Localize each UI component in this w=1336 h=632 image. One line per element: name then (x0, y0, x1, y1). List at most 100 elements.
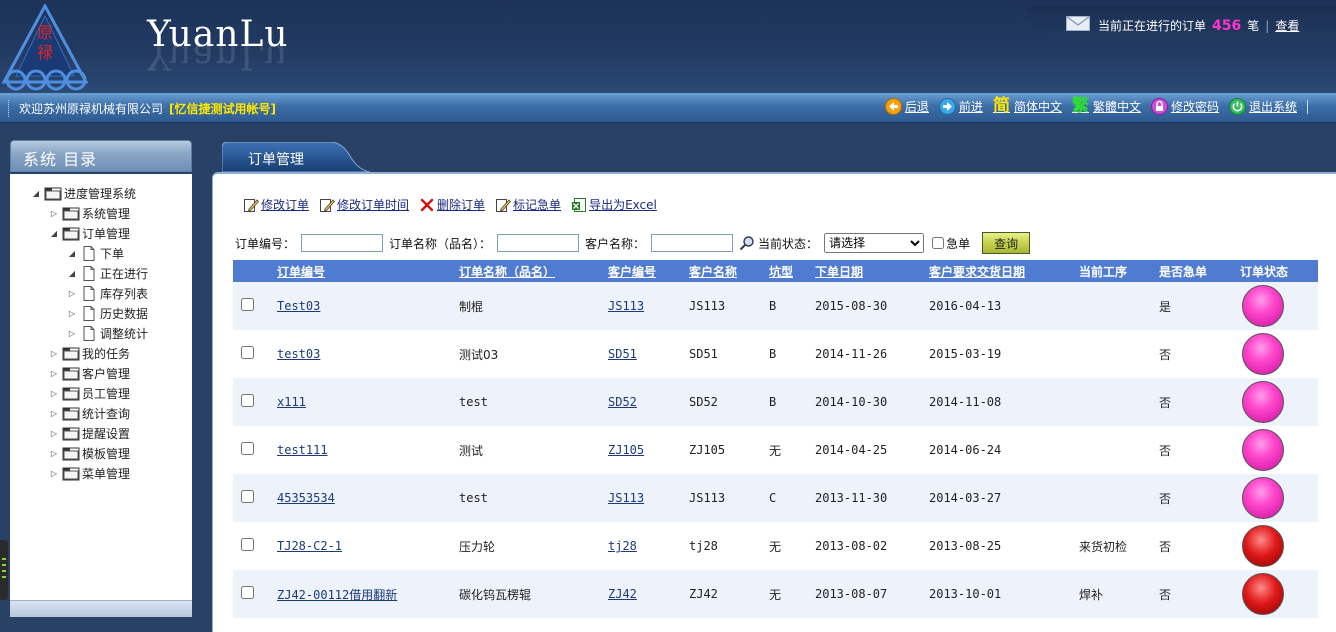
traditional-chinese-button[interactable]: 繁 繁體中文 (1072, 98, 1141, 115)
customer-no-link[interactable]: JS113 (608, 491, 644, 505)
row-checkbox[interactable] (241, 394, 254, 407)
table-row[interactable]: TJ28-C2-1 压力轮 tj28 tj28 无 2013-08-02 201… (233, 522, 1318, 570)
order-no-link[interactable]: TJ28-C2-1 (277, 539, 342, 553)
table-row[interactable]: x111 test SD52 SD52 B 2014-10-30 2014-11… (233, 378, 1318, 426)
customer-no-link[interactable]: tj28 (608, 539, 637, 553)
customer-no-link[interactable]: SD52 (608, 395, 637, 409)
orders-table: 订单编号 订单名称（品名） 客户编号 客户名称 坑型 下单日期 客户要求交货日期… (233, 260, 1318, 618)
row-checkbox[interactable] (241, 442, 254, 455)
customer-no-link[interactable]: ZJ42 (608, 587, 637, 601)
header-order-no[interactable]: 订单编号 (277, 260, 459, 282)
expanded-arrow-icon[interactable]: ◢ (48, 229, 60, 238)
tree-item-place-order[interactable]: ◢ 下单 (66, 244, 124, 262)
logout-button[interactable]: 退出系统 (1228, 98, 1297, 115)
tree-item-in-progress[interactable]: ◢ 正在进行 (66, 264, 148, 282)
tree-item-template-manage[interactable]: ▷ 模板管理 (48, 444, 130, 462)
customer-no-link[interactable]: SD51 (608, 347, 637, 361)
collapsed-arrow-icon[interactable]: ▷ (66, 329, 78, 338)
collapsed-arrow-icon[interactable]: ▷ (48, 469, 60, 478)
order-name-input[interactable] (497, 234, 580, 252)
tree-item-reminder-settings[interactable]: ▷ 提醒设置 (48, 424, 130, 442)
collapsed-arrow-icon[interactable]: ▷ (48, 349, 60, 358)
table-row[interactable]: Test03 制棍 JS113 JS113 B 2015-08-30 2016-… (233, 282, 1318, 330)
tree-item-staff-manage[interactable]: ▷ 员工管理 (48, 384, 130, 402)
table-row[interactable]: test03 测试03 SD51 SD51 B 2014-11-26 2015-… (233, 330, 1318, 378)
tree-item-label: 客户管理 (82, 366, 131, 381)
header-delivery-date[interactable]: 客户要求交货日期 (929, 260, 1079, 282)
back-button[interactable]: 后退 (884, 98, 929, 115)
header-order-name[interactable]: 订单名称（品名） (459, 260, 608, 282)
header-order-date[interactable]: 下单日期 (815, 260, 929, 282)
customer-no-link[interactable]: ZJ105 (608, 443, 644, 457)
tree-item-stats-query[interactable]: ▷ 统计查询 (48, 404, 130, 422)
tree-item-label: 员工管理 (82, 386, 131, 401)
row-checkbox[interactable] (241, 346, 254, 359)
collapsed-arrow-icon[interactable]: ▷ (48, 449, 60, 458)
table-header-row: 订单编号 订单名称（品名） 客户编号 客户名称 坑型 下单日期 客户要求交货日期… (233, 260, 1318, 282)
sidebar: 系统 目录 ◢ 进度管理系统 ▷ 系统管理 ◢ 订单管理 ◢ 下单 ◢ 正在进行… (10, 140, 192, 617)
expanded-arrow-icon[interactable]: ◢ (66, 269, 78, 278)
export-excel-label: 导出为Excel (589, 198, 657, 212)
order-no-link[interactable]: ZJ42-00112借用翻新 (277, 588, 397, 602)
folder-icon (62, 407, 80, 420)
edit-order-time-button[interactable]: 修改订单时间 (319, 196, 409, 213)
simplified-chinese-button[interactable]: 简 简体中文 (993, 98, 1062, 115)
order-no-link[interactable]: x111 (277, 395, 306, 409)
collapsed-arrow-icon[interactable]: ▷ (48, 369, 60, 378)
customer-name-cell: SD52 (689, 378, 769, 426)
tab-order-manage[interactable]: 订单管理 (221, 141, 371, 173)
order-no-link[interactable]: test03 (277, 347, 320, 361)
forward-button[interactable]: 前进 (938, 98, 983, 115)
delete-order-button[interactable]: 删除订单 (419, 196, 485, 213)
delete-order-label: 删除订单 (437, 198, 486, 212)
row-checkbox[interactable] (241, 538, 254, 551)
tree-item-my-tasks[interactable]: ▷ 我的任务 (48, 344, 130, 362)
row-checkbox[interactable] (241, 586, 254, 599)
view-orders-link[interactable]: 查看 (1275, 19, 1299, 33)
export-excel-button[interactable]: 导出为Excel (571, 196, 657, 213)
tree-item-order-manage[interactable]: ◢ 订单管理 (48, 224, 130, 242)
row-checkbox[interactable] (241, 298, 254, 311)
customer-name-input[interactable] (651, 234, 734, 252)
edit-order-button[interactable]: 修改订单 (243, 196, 309, 213)
expanded-arrow-icon[interactable]: ◢ (66, 249, 78, 258)
header-customer-name[interactable]: 客户名称 (689, 260, 769, 282)
collapsed-arrow-icon[interactable]: ▷ (48, 409, 60, 418)
tree-item-system-manage[interactable]: ▷ 系统管理 (48, 204, 130, 222)
order-no-link[interactable]: Test03 (277, 299, 320, 313)
urgent-checkbox[interactable] (932, 237, 945, 249)
folder-icon (62, 347, 80, 360)
collapsed-arrow-icon[interactable]: ▷ (48, 209, 60, 218)
table-row[interactable]: ZJ42-00112借用翻新 碳化钨瓦楞辊 ZJ42 ZJ42 无 2013-0… (233, 570, 1318, 618)
nav-separator (1307, 99, 1308, 114)
tree-item-label: 提醒设置 (82, 426, 131, 441)
order-no-link[interactable]: test111 (277, 443, 328, 457)
header-groove-type[interactable]: 坑型 (769, 260, 815, 282)
tree-item-adjust-stats[interactable]: ▷ 调整统计 (66, 324, 148, 342)
urgent-cell: 是 (1159, 282, 1240, 330)
mark-urgent-button[interactable]: 标记急单 (495, 196, 561, 213)
row-checkbox[interactable] (241, 490, 254, 503)
expanded-arrow-icon[interactable]: ◢ (30, 189, 42, 198)
query-button[interactable]: 查询 (982, 232, 1031, 254)
process-cell (1079, 378, 1159, 426)
collapsed-arrow-icon[interactable]: ▷ (48, 389, 60, 398)
collapsed-arrow-icon[interactable]: ▷ (48, 429, 60, 438)
table-row[interactable]: test111 测试 ZJ105 ZJ105 无 2014-04-25 2014… (233, 426, 1318, 474)
collapsed-arrow-icon[interactable]: ▷ (66, 309, 78, 318)
status-select[interactable]: 请选择 (824, 233, 925, 253)
tree-item-menu-manage[interactable]: ▷ 菜单管理 (48, 464, 130, 482)
tree-item-progress-system[interactable]: ◢ 进度管理系统 (30, 184, 136, 202)
change-password-button[interactable]: 修改密码 (1150, 98, 1219, 115)
side-handle[interactable] (0, 540, 8, 600)
tree-item-customer-manage[interactable]: ▷ 客户管理 (48, 364, 130, 382)
order-no-link[interactable]: 45353534 (277, 491, 335, 505)
order-no-input[interactable] (301, 234, 384, 252)
customer-name-cell: ZJ42 (689, 570, 769, 618)
customer-no-link[interactable]: JS113 (608, 299, 644, 313)
table-row[interactable]: 45353534 test JS113 JS113 C 2013-11-30 2… (233, 474, 1318, 522)
header-customer-no[interactable]: 客户编号 (608, 260, 689, 282)
tree-item-history-data[interactable]: ▷ 历史数据 (66, 304, 148, 322)
tree-item-inventory-list[interactable]: ▷ 库存列表 (66, 284, 148, 302)
collapsed-arrow-icon[interactable]: ▷ (66, 289, 78, 298)
